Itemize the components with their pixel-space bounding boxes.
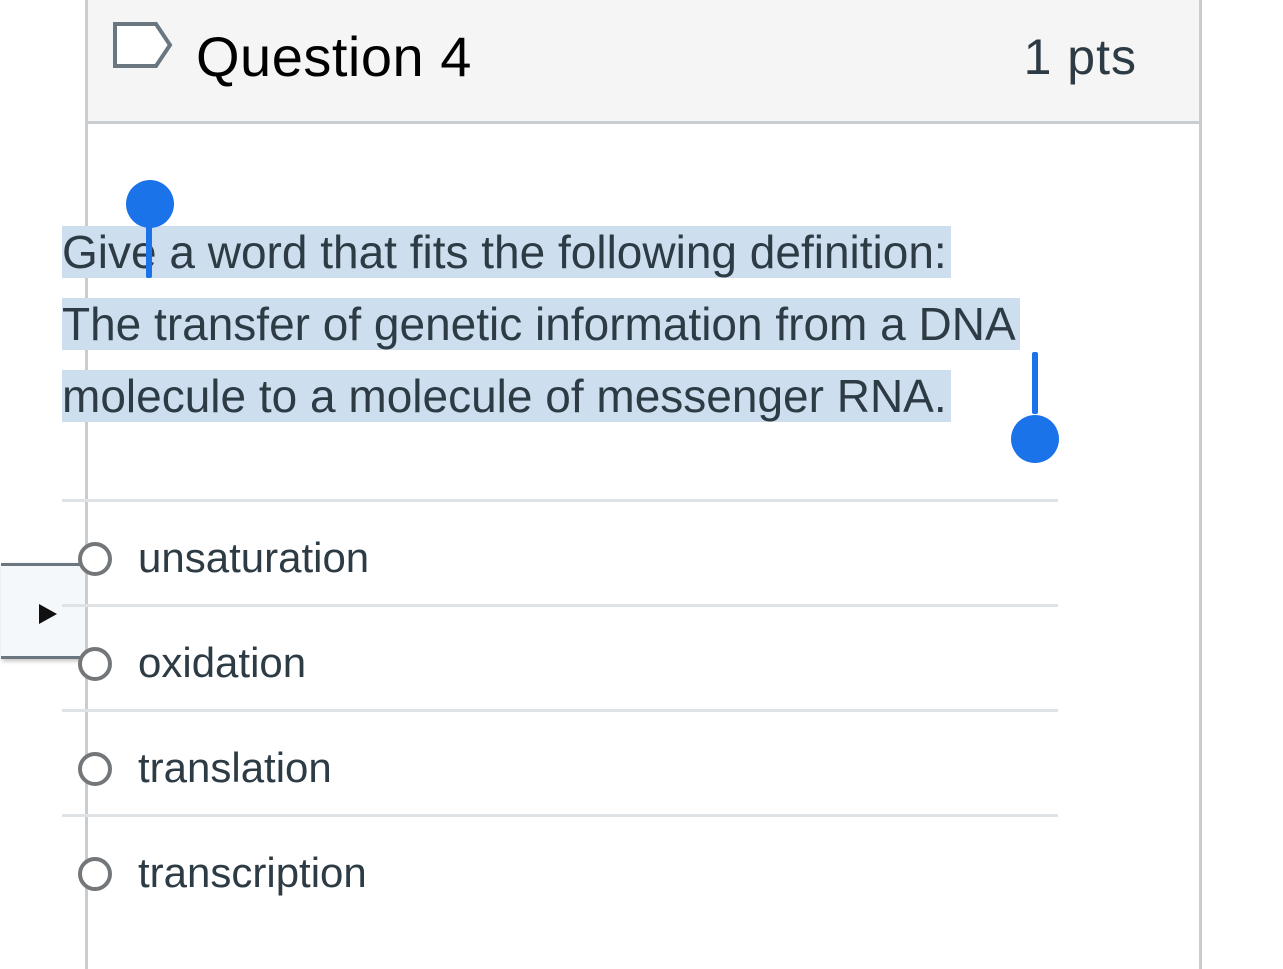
question-header: Question 4 1 pts — [88, 0, 1199, 124]
quiz-page: Question 4 1 pts Give a word that fits t… — [0, 0, 1283, 969]
radio-button[interactable] — [78, 857, 112, 891]
radio-button[interactable] — [78, 752, 112, 786]
question-text-line: molecule to a molecule of messenger RNA. — [62, 370, 951, 422]
answer-label[interactable]: unsaturation — [138, 532, 369, 584]
selection-start-handle[interactable] — [126, 180, 174, 228]
answer-label[interactable]: translation — [138, 742, 332, 794]
answer-list: unsaturation oxidation translation trans… — [62, 499, 1058, 919]
question-points: 1 pts — [1023, 29, 1137, 85]
radio-button[interactable] — [78, 647, 112, 681]
answer-option[interactable]: unsaturation — [62, 499, 1058, 604]
question-text-line: Give a word that fits the following defi… — [62, 226, 951, 278]
answer-label[interactable]: oxidation — [138, 637, 306, 689]
question-text: Give a word that fits the following defi… — [62, 216, 1052, 432]
flag-outline-icon[interactable] — [112, 21, 174, 69]
radio-button[interactable] — [78, 542, 112, 576]
question-text-line: The transfer of genetic information from… — [62, 298, 1020, 350]
answer-label[interactable]: transcription — [138, 847, 367, 899]
answer-option[interactable]: oxidation — [62, 604, 1058, 709]
question-title: Question 4 — [196, 25, 472, 88]
selection-start-caret — [146, 222, 152, 278]
selection-end-handle[interactable] — [1011, 415, 1059, 463]
play-triangle-icon — [39, 604, 57, 624]
answer-option[interactable]: transcription — [62, 814, 1058, 919]
selection-end-caret — [1032, 352, 1038, 414]
answer-option[interactable]: translation — [62, 709, 1058, 814]
